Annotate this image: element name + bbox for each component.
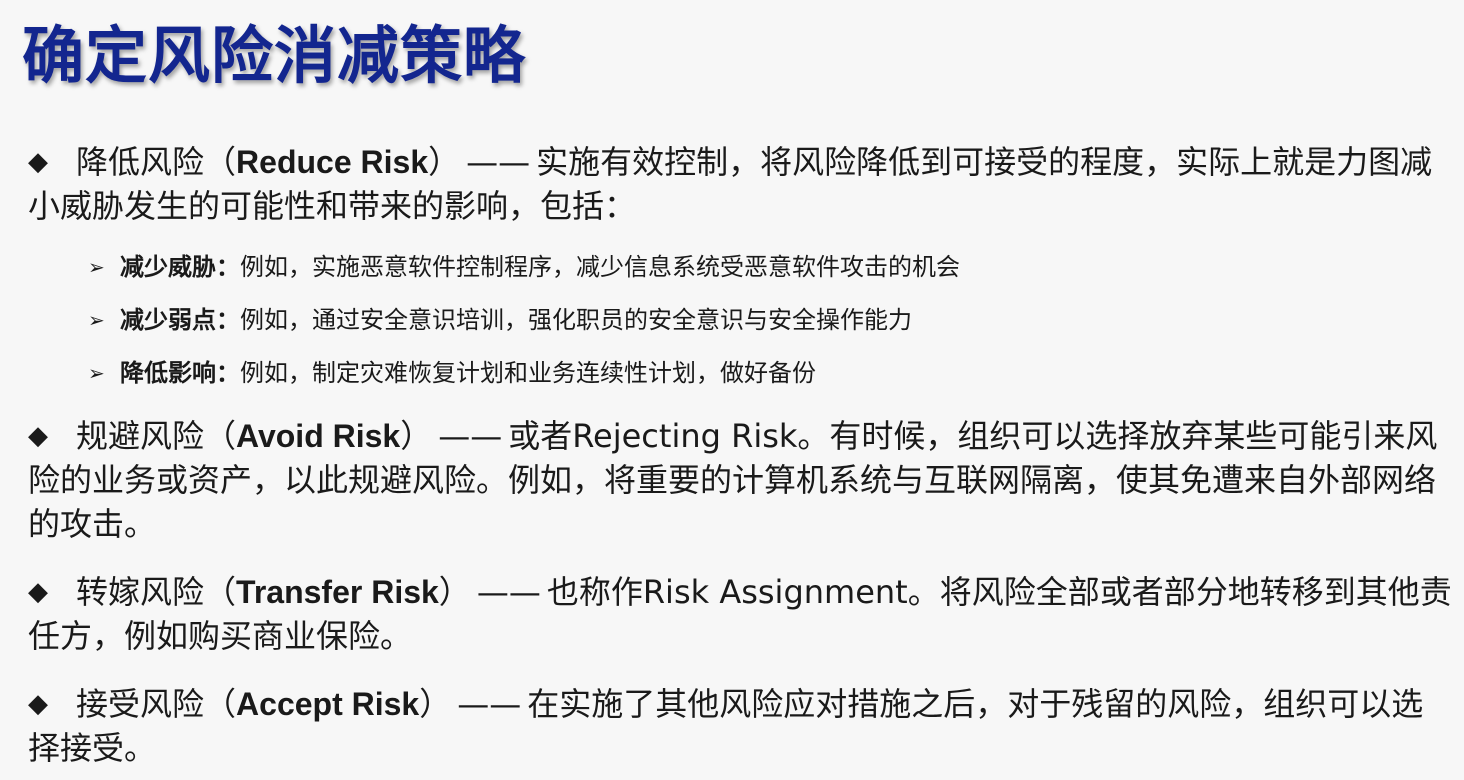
arrow-bullet-icon: ➢ <box>88 361 105 385</box>
reduce-risk-sub-list: ➢ 减少威胁：例如，实施恶意软件控制程序，减少信息系统受恶意软件攻击的机会 ➢ 减少… <box>88 245 960 404</box>
section-heading-en: Transfer Risk <box>236 574 439 610</box>
open-paren: （ <box>204 573 237 611</box>
sub-item-label: 减少威胁： <box>120 253 240 281</box>
sub-item-label: 降低影响： <box>120 359 240 387</box>
section-transfer-risk: ◆ 转嫁风险（Transfer Risk） —— 也称作Risk Assignment… <box>28 570 1454 658</box>
section-heading-cn: 降低风险 <box>76 143 205 181</box>
open-paren: （ <box>204 143 237 181</box>
arrow-bullet-icon: ➢ <box>88 255 105 279</box>
sub-item-text: 例如，通过安全意识培训，强化职员的安全意识与安全操作能力 <box>240 306 912 334</box>
list-item: ➢ 减少弱点：例如，通过安全意识培训，强化职员的安全意识与安全操作能力 <box>88 298 960 351</box>
slide-title: 确定风险消减策略 <box>22 19 527 92</box>
section-reduce-risk: ◆ 降低风险（Reduce Risk） —— 实施有效控制，将风险降低到可接受的程度，… <box>28 140 1454 228</box>
close-paren: ） <box>400 417 433 455</box>
em-dash: —— <box>438 417 503 455</box>
section-heading-cn: 转嫁风险 <box>76 573 205 611</box>
diamond-bullet-icon: ◆ <box>28 147 48 177</box>
sub-item-label: 减少弱点： <box>120 306 240 334</box>
section-heading-en: Reduce Risk <box>236 144 429 180</box>
list-item: ➢ 降低影响：例如，制定灾难恢复计划和业务连续性计划，做好备份 <box>88 351 960 404</box>
em-dash: —— <box>476 573 541 611</box>
section-accept-risk: ◆ 接受风险（Accept Risk） —— 在实施了其他风险应对措施之后，对于残留的… <box>28 682 1454 770</box>
diamond-bullet-icon: ◆ <box>28 577 48 607</box>
section-heading-en: Accept Risk <box>236 686 420 722</box>
close-paren: ） <box>428 143 461 181</box>
em-dash: —— <box>466 143 531 181</box>
sub-item-text: 例如，制定灾难恢复计划和业务连续性计划，做好备份 <box>240 359 816 387</box>
em-dash: —— <box>457 685 522 723</box>
open-paren: （ <box>204 417 237 455</box>
diamond-bullet-icon: ◆ <box>28 689 48 719</box>
section-avoid-risk: ◆ 规避风险（Avoid Risk） —— 或者Rejecting Risk。有时候，… <box>28 414 1454 546</box>
list-item: ➢ 减少威胁：例如，实施恶意软件控制程序，减少信息系统受恶意软件攻击的机会 <box>88 245 960 298</box>
sub-item-text: 例如，实施恶意软件控制程序，减少信息系统受恶意软件攻击的机会 <box>240 253 960 281</box>
section-heading-en: Avoid Risk <box>236 418 401 454</box>
close-paren: ） <box>438 573 471 611</box>
arrow-bullet-icon: ➢ <box>88 308 105 332</box>
section-heading-cn: 规避风险 <box>76 417 205 455</box>
open-paren: （ <box>204 685 237 723</box>
section-heading-cn: 接受风险 <box>76 685 205 723</box>
close-paren: ） <box>419 685 452 723</box>
diamond-bullet-icon: ◆ <box>28 421 48 451</box>
